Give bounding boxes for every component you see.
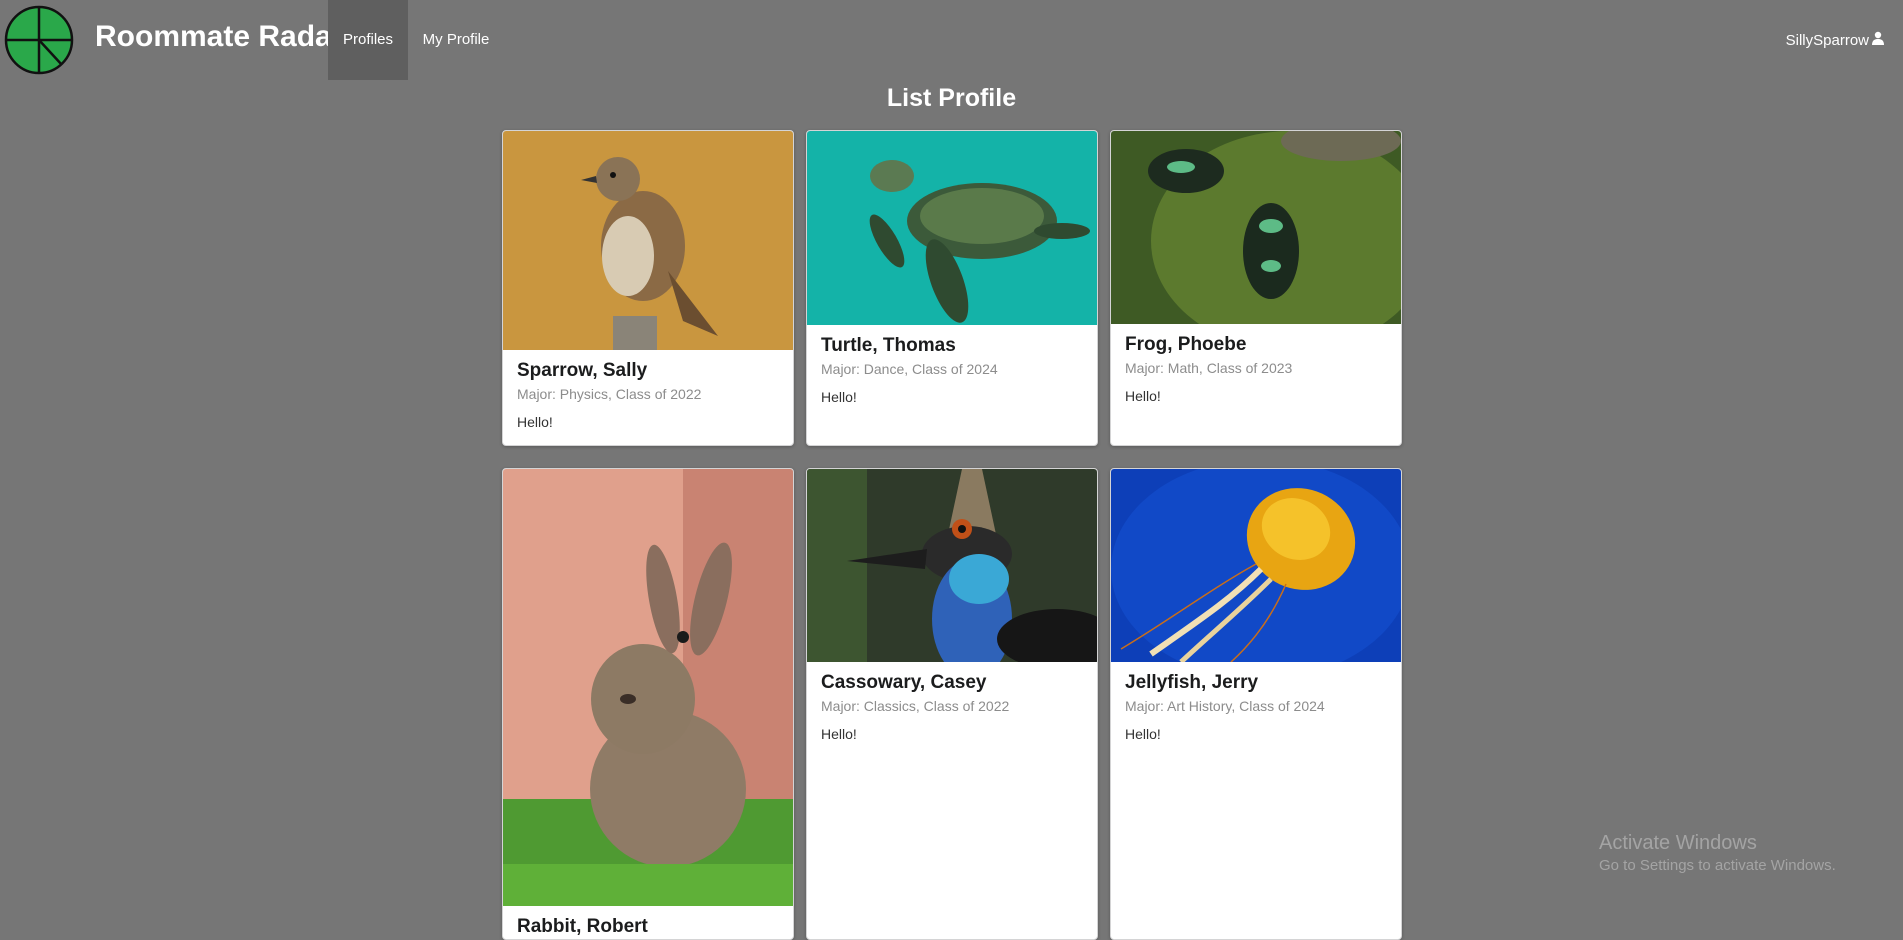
profile-description: Hello! (821, 725, 857, 742)
brand-title[interactable]: Roommate Radar (95, 20, 343, 54)
profile-name[interactable]: Sparrow, Sally (517, 360, 779, 383)
profile-description: Hello! (1125, 387, 1161, 404)
radar-logo-icon[interactable] (4, 5, 74, 75)
profile-name[interactable]: Frog, Phoebe (1125, 334, 1387, 357)
cassowary-photo (807, 469, 1097, 662)
profile-card-turtle[interactable]: Turtle, Thomas Major: Dance, Class of 20… (806, 130, 1098, 446)
profile-description: Hello! (1125, 725, 1161, 742)
frog-photo (1111, 131, 1401, 324)
profile-meta: Major: Physics, Class of 2022 (517, 385, 702, 402)
nav-profiles[interactable]: Profiles (328, 0, 408, 80)
activate-windows-watermark: Activate Windows Go to Settings to activ… (1599, 832, 1836, 874)
jellyfish-photo (1111, 469, 1401, 662)
profile-description: Hello! (821, 388, 857, 405)
user-icon (1869, 31, 1885, 49)
profile-card-jellyfish[interactable]: Jellyfish, Jerry Major: Art History, Cla… (1110, 468, 1402, 940)
profile-name[interactable]: Rabbit, Robert (517, 916, 779, 939)
profile-meta: Major: Dance, Class of 2024 (821, 360, 998, 377)
page-title: List Profile (886, 84, 1017, 112)
watermark-subtitle: Go to Settings to activate Windows. (1599, 857, 1836, 874)
nav-my-profile[interactable]: My Profile (420, 0, 492, 80)
rabbit-photo (503, 469, 793, 906)
top-navbar: Roommate Radar Profiles My Profile Silly… (0, 0, 1903, 80)
profile-meta: Major: Classics, Class of 2022 (821, 697, 1010, 714)
profile-description: Hello! (517, 413, 553, 430)
username-label: SillySparrow (1785, 31, 1869, 49)
profile-card-rabbit[interactable]: Rabbit, Robert (502, 468, 794, 940)
sparrow-photo (503, 131, 793, 350)
profile-name[interactable]: Turtle, Thomas (821, 335, 1083, 358)
watermark-title: Activate Windows (1599, 832, 1757, 854)
user-menu[interactable]: SillySparrow (1786, 0, 1885, 80)
profile-name[interactable]: Jellyfish, Jerry (1125, 672, 1387, 695)
profile-meta: Major: Math, Class of 2023 (1125, 359, 1293, 376)
profile-card-cassowary[interactable]: Cassowary, Casey Major: Classics, Class … (806, 468, 1098, 940)
turtle-photo (807, 131, 1097, 325)
profile-card-frog[interactable]: Frog, Phoebe Major: Math, Class of 2023 … (1110, 130, 1402, 446)
profile-meta: Major: Art History, Class of 2024 (1125, 697, 1325, 714)
profile-card-sparrow[interactable]: Sparrow, Sally Major: Physics, Class of … (502, 130, 794, 446)
profile-name[interactable]: Cassowary, Casey (821, 672, 1083, 695)
